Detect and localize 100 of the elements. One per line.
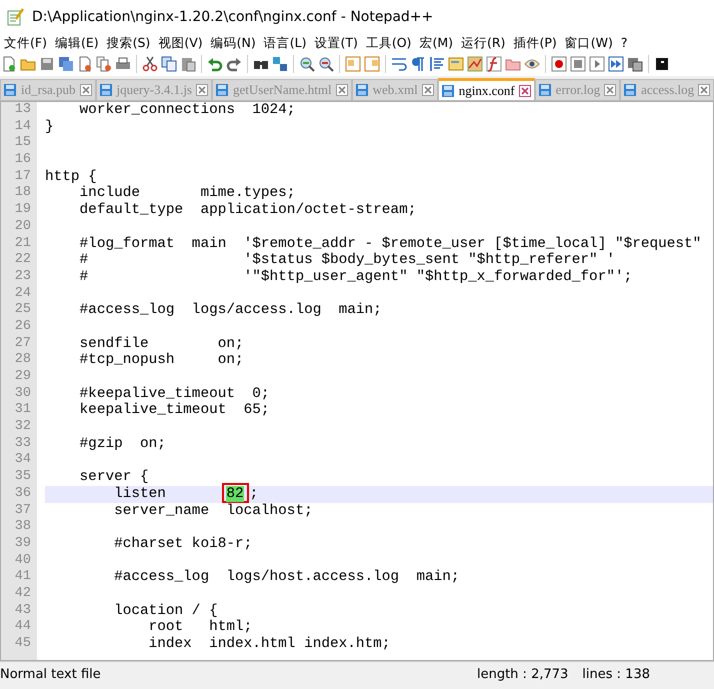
line-number: 38 xyxy=(14,519,32,536)
save-macro-icon[interactable] xyxy=(627,56,643,72)
menu-item[interactable]: 视图(V) xyxy=(154,34,207,52)
line-number: 42 xyxy=(14,586,32,603)
pilcrow-icon[interactable] xyxy=(410,56,426,72)
sync-vertical-icon[interactable] xyxy=(345,56,361,72)
line-number: 22 xyxy=(14,252,32,269)
floppy-icon xyxy=(98,83,113,97)
line-number: 30 xyxy=(14,386,32,402)
replace-icon[interactable] xyxy=(272,56,288,72)
line-number: 24 xyxy=(14,286,32,302)
lines-label: lines : 138 xyxy=(582,666,650,682)
menu-item[interactable]: 窗口(W) xyxy=(560,34,617,52)
floppy-icon xyxy=(3,83,17,97)
undo-icon[interactable] xyxy=(207,56,223,72)
code-line: } xyxy=(45,118,54,135)
line-number: 28 xyxy=(14,352,32,369)
code-line: index index.html index.htm; xyxy=(148,636,390,652)
line-number: 39 xyxy=(14,536,32,553)
file-tab[interactable]: nginx.conf xyxy=(438,78,535,100)
line-number: 43 xyxy=(14,602,32,620)
close-icon[interactable] xyxy=(80,84,92,96)
line-number: 25 xyxy=(14,302,32,319)
close-icon[interactable] xyxy=(518,84,531,96)
map-icon[interactable] xyxy=(467,56,483,72)
code-line: #keepalive_timeout 0; xyxy=(78,386,270,402)
app-icon xyxy=(6,8,24,26)
menu-item[interactable]: 插件(P) xyxy=(509,34,561,52)
close-icon[interactable] xyxy=(196,84,208,96)
floppy-icon xyxy=(354,83,369,97)
code-line: server_name localhost; xyxy=(113,502,313,518)
function-icon[interactable] xyxy=(486,56,502,72)
code-line: sendfile on; xyxy=(78,336,244,352)
fast-forward-icon[interactable] xyxy=(608,56,624,72)
zoom-in-icon[interactable] xyxy=(299,56,315,72)
line-number: 13 xyxy=(14,102,32,119)
line-number: 33 xyxy=(14,436,32,452)
floppy-icon xyxy=(440,84,455,98)
scissors-icon[interactable] xyxy=(142,56,158,72)
menu-item[interactable]: 搜索(S) xyxy=(102,34,154,52)
menu-item[interactable]: 编码(N) xyxy=(206,34,260,52)
code-line: ; xyxy=(250,486,258,502)
line-number: 41 xyxy=(14,569,32,586)
line-number: 15 xyxy=(14,135,32,152)
line-number: 36 xyxy=(14,486,32,502)
code-line: #gzip on; xyxy=(78,436,166,452)
menu-item[interactable]: 运行(R) xyxy=(456,34,510,52)
line-number: 27 xyxy=(14,336,32,352)
line-number: 34 xyxy=(14,452,32,470)
menu-item[interactable]: 设置(T) xyxy=(310,34,362,52)
panel-icon[interactable] xyxy=(448,56,464,72)
line-number: 40 xyxy=(14,552,32,570)
code-line: root html; xyxy=(148,619,252,636)
save-all-icon[interactable] xyxy=(58,56,74,72)
stop-icon[interactable] xyxy=(570,56,586,72)
paste-icon[interactable] xyxy=(180,56,196,72)
close-all-icon[interactable] xyxy=(96,56,112,72)
code-line: server { xyxy=(78,469,149,486)
code-line: # '$status $body_bytes_sent "$http_referer" ' xyxy=(78,252,615,268)
line-number: 23 xyxy=(14,268,32,286)
line-number: 16 xyxy=(14,152,32,169)
line-number: 14 xyxy=(14,118,32,136)
close-icon[interactable] xyxy=(422,84,434,96)
line-number: 45 xyxy=(14,636,32,653)
menu-item[interactable]: ? xyxy=(616,34,632,52)
copy-icon[interactable] xyxy=(161,56,177,72)
line-number: 44 xyxy=(14,619,32,636)
menu-item[interactable]: 编辑(E) xyxy=(50,34,103,52)
record-icon[interactable] xyxy=(551,56,567,72)
code-line: listen xyxy=(113,486,167,502)
close-icon[interactable] xyxy=(336,84,348,96)
print-icon[interactable] xyxy=(115,56,131,72)
zoom-out-icon[interactable] xyxy=(318,56,334,72)
close-file-icon[interactable] xyxy=(77,56,93,72)
floppy-icon xyxy=(623,83,638,97)
save-icon[interactable] xyxy=(39,56,55,72)
menu-item[interactable]: 文件(F) xyxy=(0,34,51,52)
close-icon[interactable] xyxy=(698,84,710,96)
line-number: 26 xyxy=(14,318,32,336)
menu-item[interactable]: 语言(L) xyxy=(260,34,310,52)
new-file-icon[interactable] xyxy=(1,56,17,72)
indent-guide-icon[interactable] xyxy=(429,56,445,72)
redo-icon[interactable] xyxy=(226,56,242,72)
code-line: # '"$http_user_agent" "$http_x_forwarded_for"'; xyxy=(78,268,632,285)
code-line: #access_log logs/host.access.log main; xyxy=(113,569,460,586)
play-icon[interactable] xyxy=(589,56,605,72)
console-icon[interactable] xyxy=(654,56,670,72)
menu-item[interactable]: 宏(M) xyxy=(415,34,457,52)
line-number: 19 xyxy=(14,202,32,219)
line-number: 21 xyxy=(14,236,32,252)
code-line: #charset koi8-r; xyxy=(113,536,252,552)
window-title: D:\Application\nginx-1.20.2\conf\nginx.conf - Notepad++ xyxy=(32,9,434,25)
menu-item[interactable]: 工具(O) xyxy=(362,34,416,52)
line-number: 20 xyxy=(14,218,32,236)
close-icon[interactable] xyxy=(604,84,616,96)
code-line: location / { xyxy=(113,602,218,619)
code-line: http { xyxy=(45,168,97,185)
sync-horizontal-icon[interactable] xyxy=(364,56,380,72)
word-wrap-icon[interactable] xyxy=(391,56,407,72)
search-match: 82 xyxy=(226,486,244,502)
